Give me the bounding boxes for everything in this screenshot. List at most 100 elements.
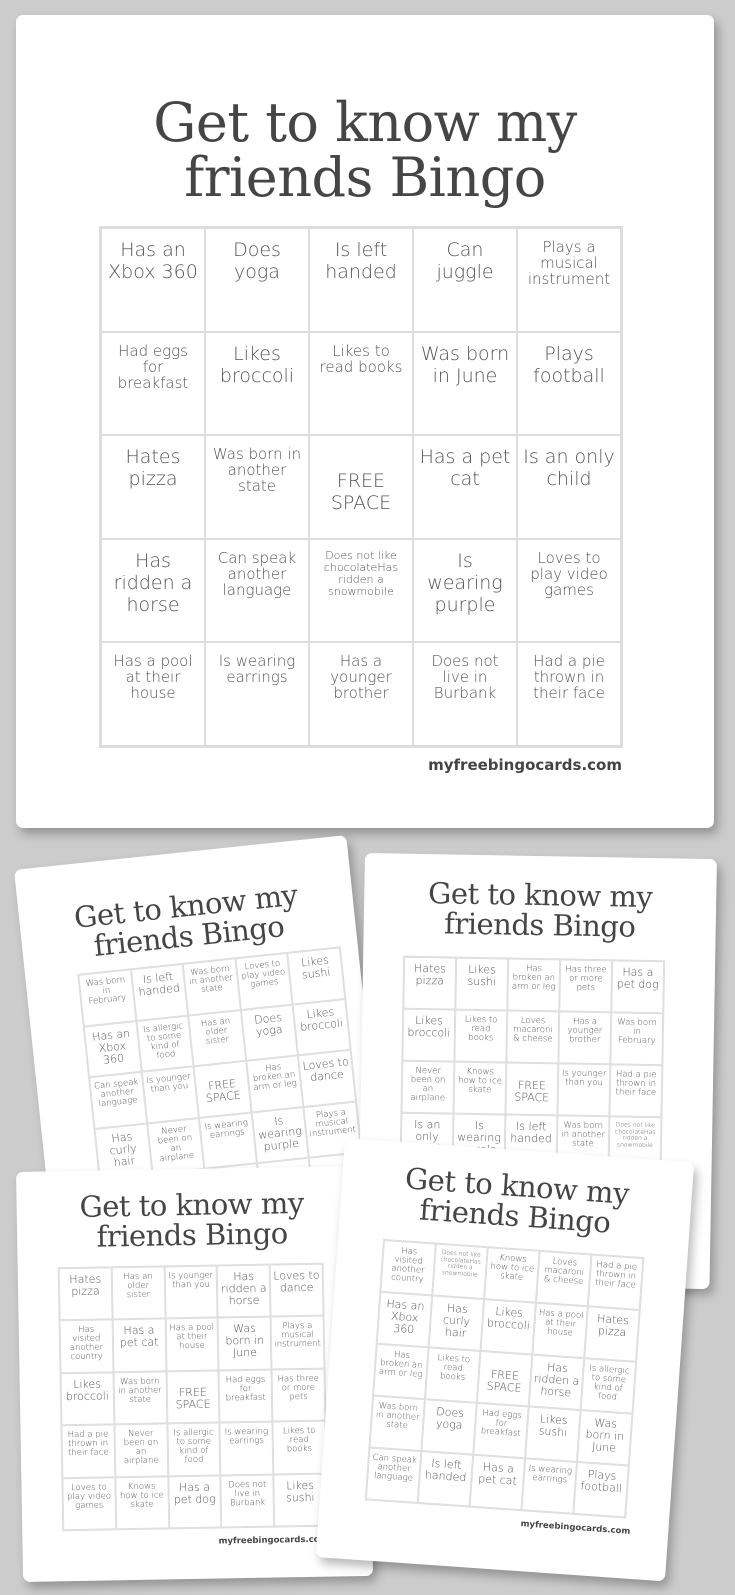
cell-text: Likes to read books [282,1426,316,1455]
bingo-cell: Does not like chocolateHas ridden a snow… [309,538,413,643]
cell-text: Is left handed [137,969,181,999]
cell-text: Can speak another language [372,1452,418,1484]
bingo-cell: Has a pet cat [413,435,517,539]
cell-text: Never been on an airplane [157,1124,195,1165]
main-bingo-card: Get to know my friends Bingo Has an Xbox… [16,15,714,828]
bingo-cell: Has broken an arm or leg [373,1343,429,1400]
cell-text: Has ridden a horse [113,549,193,616]
bingo-cell: Likes to read books [424,1347,481,1403]
cell-text: Hates pizza [69,1272,102,1299]
bingo-grid: Has visited another country Does not like… [364,1238,645,1519]
cell-text: Had eggs for breakfast [480,1408,523,1439]
cell-text: Likes to read books [437,1353,471,1383]
bingo-cell: Never been on an airplane [146,1117,205,1175]
bingo-cell: Is left handed [417,1451,474,1507]
bingo-cell: Was born in another state [113,1371,168,1425]
bingo-grid: Hates pizza Has an older sister Is younger… [57,1262,329,1532]
bingo-cell: Has ridden a horse [528,1354,585,1411]
bingo-cell: Has an Xbox 360 [376,1291,433,1348]
cell-text: Has a pool at their house [113,652,193,703]
bingo-cell: Hates pizza [101,435,205,539]
cell-text: Knows how to ice skate [458,1066,502,1096]
bingo-cell: Has ridden a horse [217,1264,271,1318]
title-line-2: friends Bingo [96,1215,288,1254]
cell-text: Can speak another language [93,1077,139,1110]
bingo-cell: Has broken an arm or leg [507,958,561,1012]
free-space-cell: FREE SPACE [166,1370,220,1424]
cell-text: Has broken an arm or leg [378,1349,423,1380]
cell-text: Likes broccoli [65,1377,109,1403]
site-watermark: myfreebingocards.com [218,1534,329,1547]
cell-text: Has broken an arm or leg [252,1062,298,1094]
bingo-cell: Has three or more pets [271,1368,326,1422]
cell-text: Is younger than you [168,1270,214,1291]
bingo-cell: Likes to read books [454,1009,508,1063]
cell-text: Has an Xbox 360 [91,1026,131,1067]
bingo-cell: Likes sushi [525,1406,581,1462]
cell-text: Likes broccoli [299,1004,344,1034]
bingo-cell: Likes broccoli [205,331,309,436]
cell-text: Is left handed [325,239,397,283]
bingo-cell: Has a pool at their house [165,1317,219,1372]
cell-text: Was born in February [85,975,127,1007]
bingo-cell: Loves macaroni & cheese [535,1250,592,1307]
bingo-cell: Hates pizza [403,956,457,1010]
bingo-cell: Plays a musical instrument [517,228,621,332]
bingo-cell: Plays football [517,331,621,436]
bingo-cell: Has visited another country [59,1319,114,1374]
cell-text: Is wearing purple [427,549,503,616]
cell-text: FREE SPACE [330,469,392,514]
cell-text: Was born in another state [561,1120,606,1150]
bingo-cell: Likes broccoli [480,1299,536,1355]
bingo-cell: Is left handed [130,963,189,1021]
cell-text: Is younger than you [561,1068,607,1089]
bingo-cell: Is an only child [517,435,621,539]
bingo-cell: Had a pie thrown in their face [587,1254,644,1310]
bingo-cell: Can juggle [413,228,517,332]
bingo-cell: Hates pizza [58,1267,113,1321]
cell-text: Can juggle [436,239,494,283]
cell-text: Loves to dance [302,1055,350,1085]
cell-text: Is wearing earrings [528,1463,573,1486]
bingo-cell: Has a pet cat [469,1454,526,1511]
bingo-cell: Hates pizza [584,1306,640,1362]
cell-text: Likes to read books [319,341,403,376]
cell-text: Is wearing earrings [224,1426,269,1447]
cell-text: Has three or more pets [565,964,607,994]
title-line-2: friends Bingo [443,905,636,944]
bingo-cell: Has an Xbox 360 [83,1020,142,1078]
cell-text: Had eggs for breakfast [117,341,189,392]
bingo-cell: Has broken an arm or leg [246,1055,304,1113]
card-title: Get to know my friends Bingo [364,876,717,944]
cell-text: Knows how to ice skate [490,1253,535,1283]
cell-text: Had a pie thrown in their face [615,1069,657,1099]
bingo-cell: Has curly hair [428,1295,485,1351]
bingo-cell: Knows how to ice skate [115,1475,169,1530]
bingo-cell: Has a pet dog [611,960,665,1014]
bingo-cell: Does not live in Burbank [413,642,517,746]
bingo-cell: Is wearing earrings [219,1421,274,1476]
cell-text: Has an older sister [200,1015,231,1047]
cell-text: Likes sushi [285,1478,315,1504]
cell-text: Had a pie thrown in their face [594,1259,638,1291]
title-line-2: friends Bingo [184,146,546,210]
cell-text: Does yoga [233,239,281,283]
cell-text: Plays football [580,1467,623,1496]
cell-text: Is younger than you [145,1071,192,1096]
cell-text: Knows how to ice skate [119,1481,164,1510]
cell-text: Never been on an airplane [410,1065,446,1104]
cell-text: Has a younger brother [330,652,392,703]
bingo-cell: Can speak another language [89,1071,147,1129]
cell-text: Loves to dance [273,1268,320,1295]
site-watermark: myfreebingocards.com [428,756,622,774]
preview-card-4: Get to know my friends Bingo Has visited… [315,1138,695,1582]
cell-text: Is an only child [523,446,615,491]
bingo-cell: Likes sushi [287,947,346,1005]
bingo-cell: Was born in February [610,1012,664,1066]
bingo-cell: Does yoga [421,1399,477,1455]
bingo-cell: Does not live in Burbank [220,1474,275,1528]
bingo-cell: Had a pie thrown in their face [609,1064,663,1118]
cell-text: Has broken an arm or leg [511,963,556,993]
bingo-cell: Does not like chocolateHas ridden a snow… [432,1243,488,1300]
cell-text: Has a pet dog [173,1480,216,1506]
